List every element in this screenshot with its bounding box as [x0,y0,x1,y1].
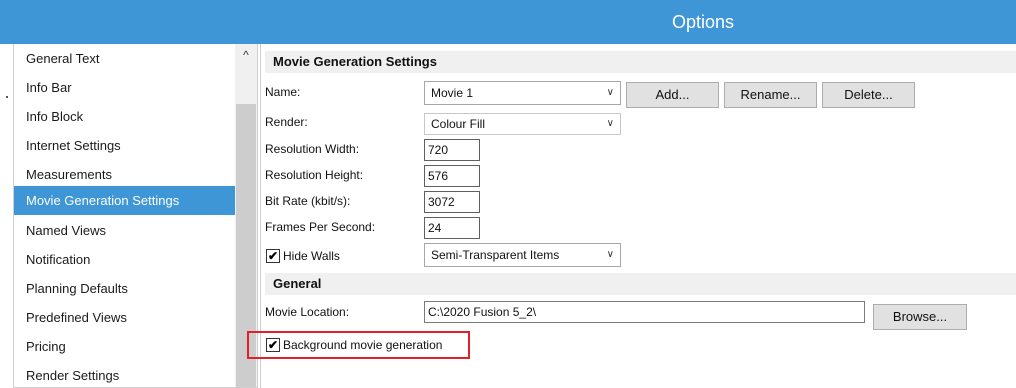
chevron-down-icon: ∨ [606,118,614,129]
movie-name-value: Movie 1 [431,86,474,100]
sidebar-item-render-settings[interactable]: Render Settings [14,361,235,387]
frames-per-second-field[interactable]: 24 [424,217,480,239]
bit-rate-field[interactable]: 3072 [424,191,480,213]
options-category-list[interactable]: General Text Info Bar Info Block Interne… [13,44,258,388]
sidebar-item-notification[interactable]: Notification [14,245,235,274]
add-button[interactable]: Add... [626,82,719,108]
sidebar-item-info-bar[interactable]: Info Bar [14,73,235,102]
hide-walls-mode-value: Semi-Transparent Items [431,248,560,262]
sidebar-item-info-block[interactable]: Info Block [14,102,235,131]
chevron-down-icon: ∨ [606,87,614,98]
hide-walls-mode-dropdown[interactable]: Semi-Transparent Items ∨ [424,243,621,267]
edge-dot [6,96,8,98]
window-title: Options [671,12,735,32]
rename-button[interactable]: Rename... [724,82,817,108]
chevron-down-icon: ∨ [606,249,614,260]
left-edge [0,44,12,388]
resolution-height-label: Resolution Height: [265,168,364,182]
sidebar-item-movie-generation-settings[interactable]: Movie Generation Settings [14,186,235,215]
sidebar-item-pricing[interactable]: Pricing [14,332,235,361]
resolution-height-field[interactable]: 576 [424,165,480,187]
sidebar-item-general-text[interactable]: General Text [14,44,235,73]
movie-name-dropdown[interactable]: Movie 1 ∨ [424,81,621,105]
bit-rate-label: Bit Rate (kbit/s): [265,194,351,208]
sidebar-item-predefined-views[interactable]: Predefined Views [14,303,235,332]
browse-button[interactable]: Browse... [873,304,967,330]
render-dropdown[interactable]: Colour Fill ∨ [424,113,621,135]
highlight-box [247,331,470,359]
sidebar-item-planning-defaults[interactable]: Planning Defaults [14,274,235,303]
render-label: Render: [265,115,308,129]
section-general: General [265,273,1016,295]
title-bar: Options [0,0,1016,44]
resolution-width-label: Resolution Width: [265,142,360,156]
sidebar-item-measurements[interactable]: Measurements [14,160,235,189]
render-value: Colour Fill [431,117,486,131]
sidebar-item-internet-settings[interactable]: Internet Settings [14,131,235,160]
name-label: Name: [265,85,301,99]
resolution-width-field[interactable]: 720 [424,139,480,161]
section-movie-generation-settings: Movie Generation Settings [265,51,1016,73]
delete-button[interactable]: Delete... [822,82,915,108]
frames-per-second-label: Frames Per Second: [265,220,376,234]
sidebar-item-named-views[interactable]: Named Views [14,216,235,245]
hide-walls-label[interactable]: Hide Walls [283,249,340,263]
movie-location-field[interactable]: C:\2020 Fusion 5_2\ [424,301,865,323]
hide-walls-checkbox[interactable]: ✔ [266,249,280,263]
movie-location-label: Movie Location: [265,305,350,319]
scroll-up-icon[interactable]: ^ [235,44,257,66]
